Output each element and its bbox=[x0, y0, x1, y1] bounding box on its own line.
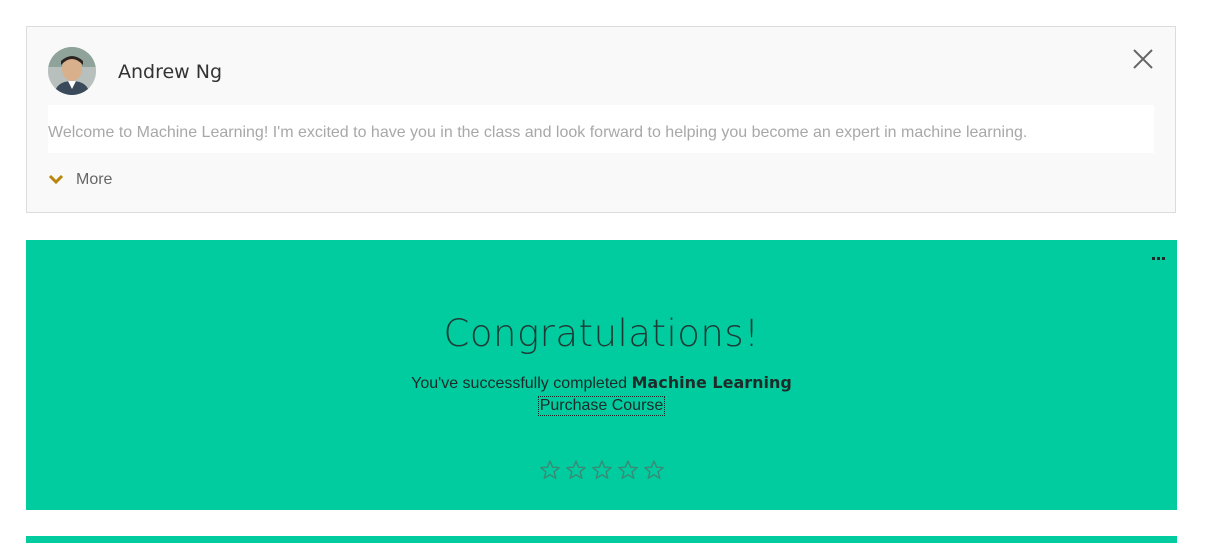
star-2-icon[interactable] bbox=[565, 459, 587, 481]
close-icon bbox=[1133, 49, 1153, 69]
completion-prefix: You've successfully completed bbox=[411, 375, 632, 392]
close-button[interactable] bbox=[1131, 47, 1155, 71]
completion-message: You've successfully completed Machine Le… bbox=[26, 373, 1177, 393]
rating-stars bbox=[26, 459, 1177, 481]
more-toggle[interactable]: More bbox=[48, 170, 112, 190]
next-section-strip bbox=[26, 536, 1177, 543]
more-options-icon bbox=[1152, 257, 1165, 260]
completion-banner: Congratulations! You've successfully com… bbox=[26, 240, 1177, 510]
purchase-course-link[interactable]: Purchase Course bbox=[537, 396, 666, 416]
instructor-message-card: Andrew Ng Welcome to Machine Learning! I… bbox=[26, 26, 1176, 213]
more-label: More bbox=[76, 171, 113, 188]
star-4-icon[interactable] bbox=[617, 459, 639, 481]
star-5-icon[interactable] bbox=[643, 459, 665, 481]
instructor-photo bbox=[48, 47, 96, 95]
course-name: Machine Learning bbox=[631, 373, 792, 392]
star-3-icon[interactable] bbox=[591, 459, 613, 481]
banner-menu-button[interactable] bbox=[1151, 250, 1167, 260]
instructor-name: Andrew Ng bbox=[118, 61, 223, 83]
star-1-icon[interactable] bbox=[539, 459, 561, 481]
instructor-message: Welcome to Machine Learning! I'm excited… bbox=[48, 124, 1028, 141]
message-preview: Welcome to Machine Learning! I'm excited… bbox=[48, 105, 1154, 153]
banner-title: Congratulations! bbox=[443, 312, 760, 355]
avatar bbox=[48, 47, 96, 95]
chevron-down-icon bbox=[48, 174, 64, 185]
